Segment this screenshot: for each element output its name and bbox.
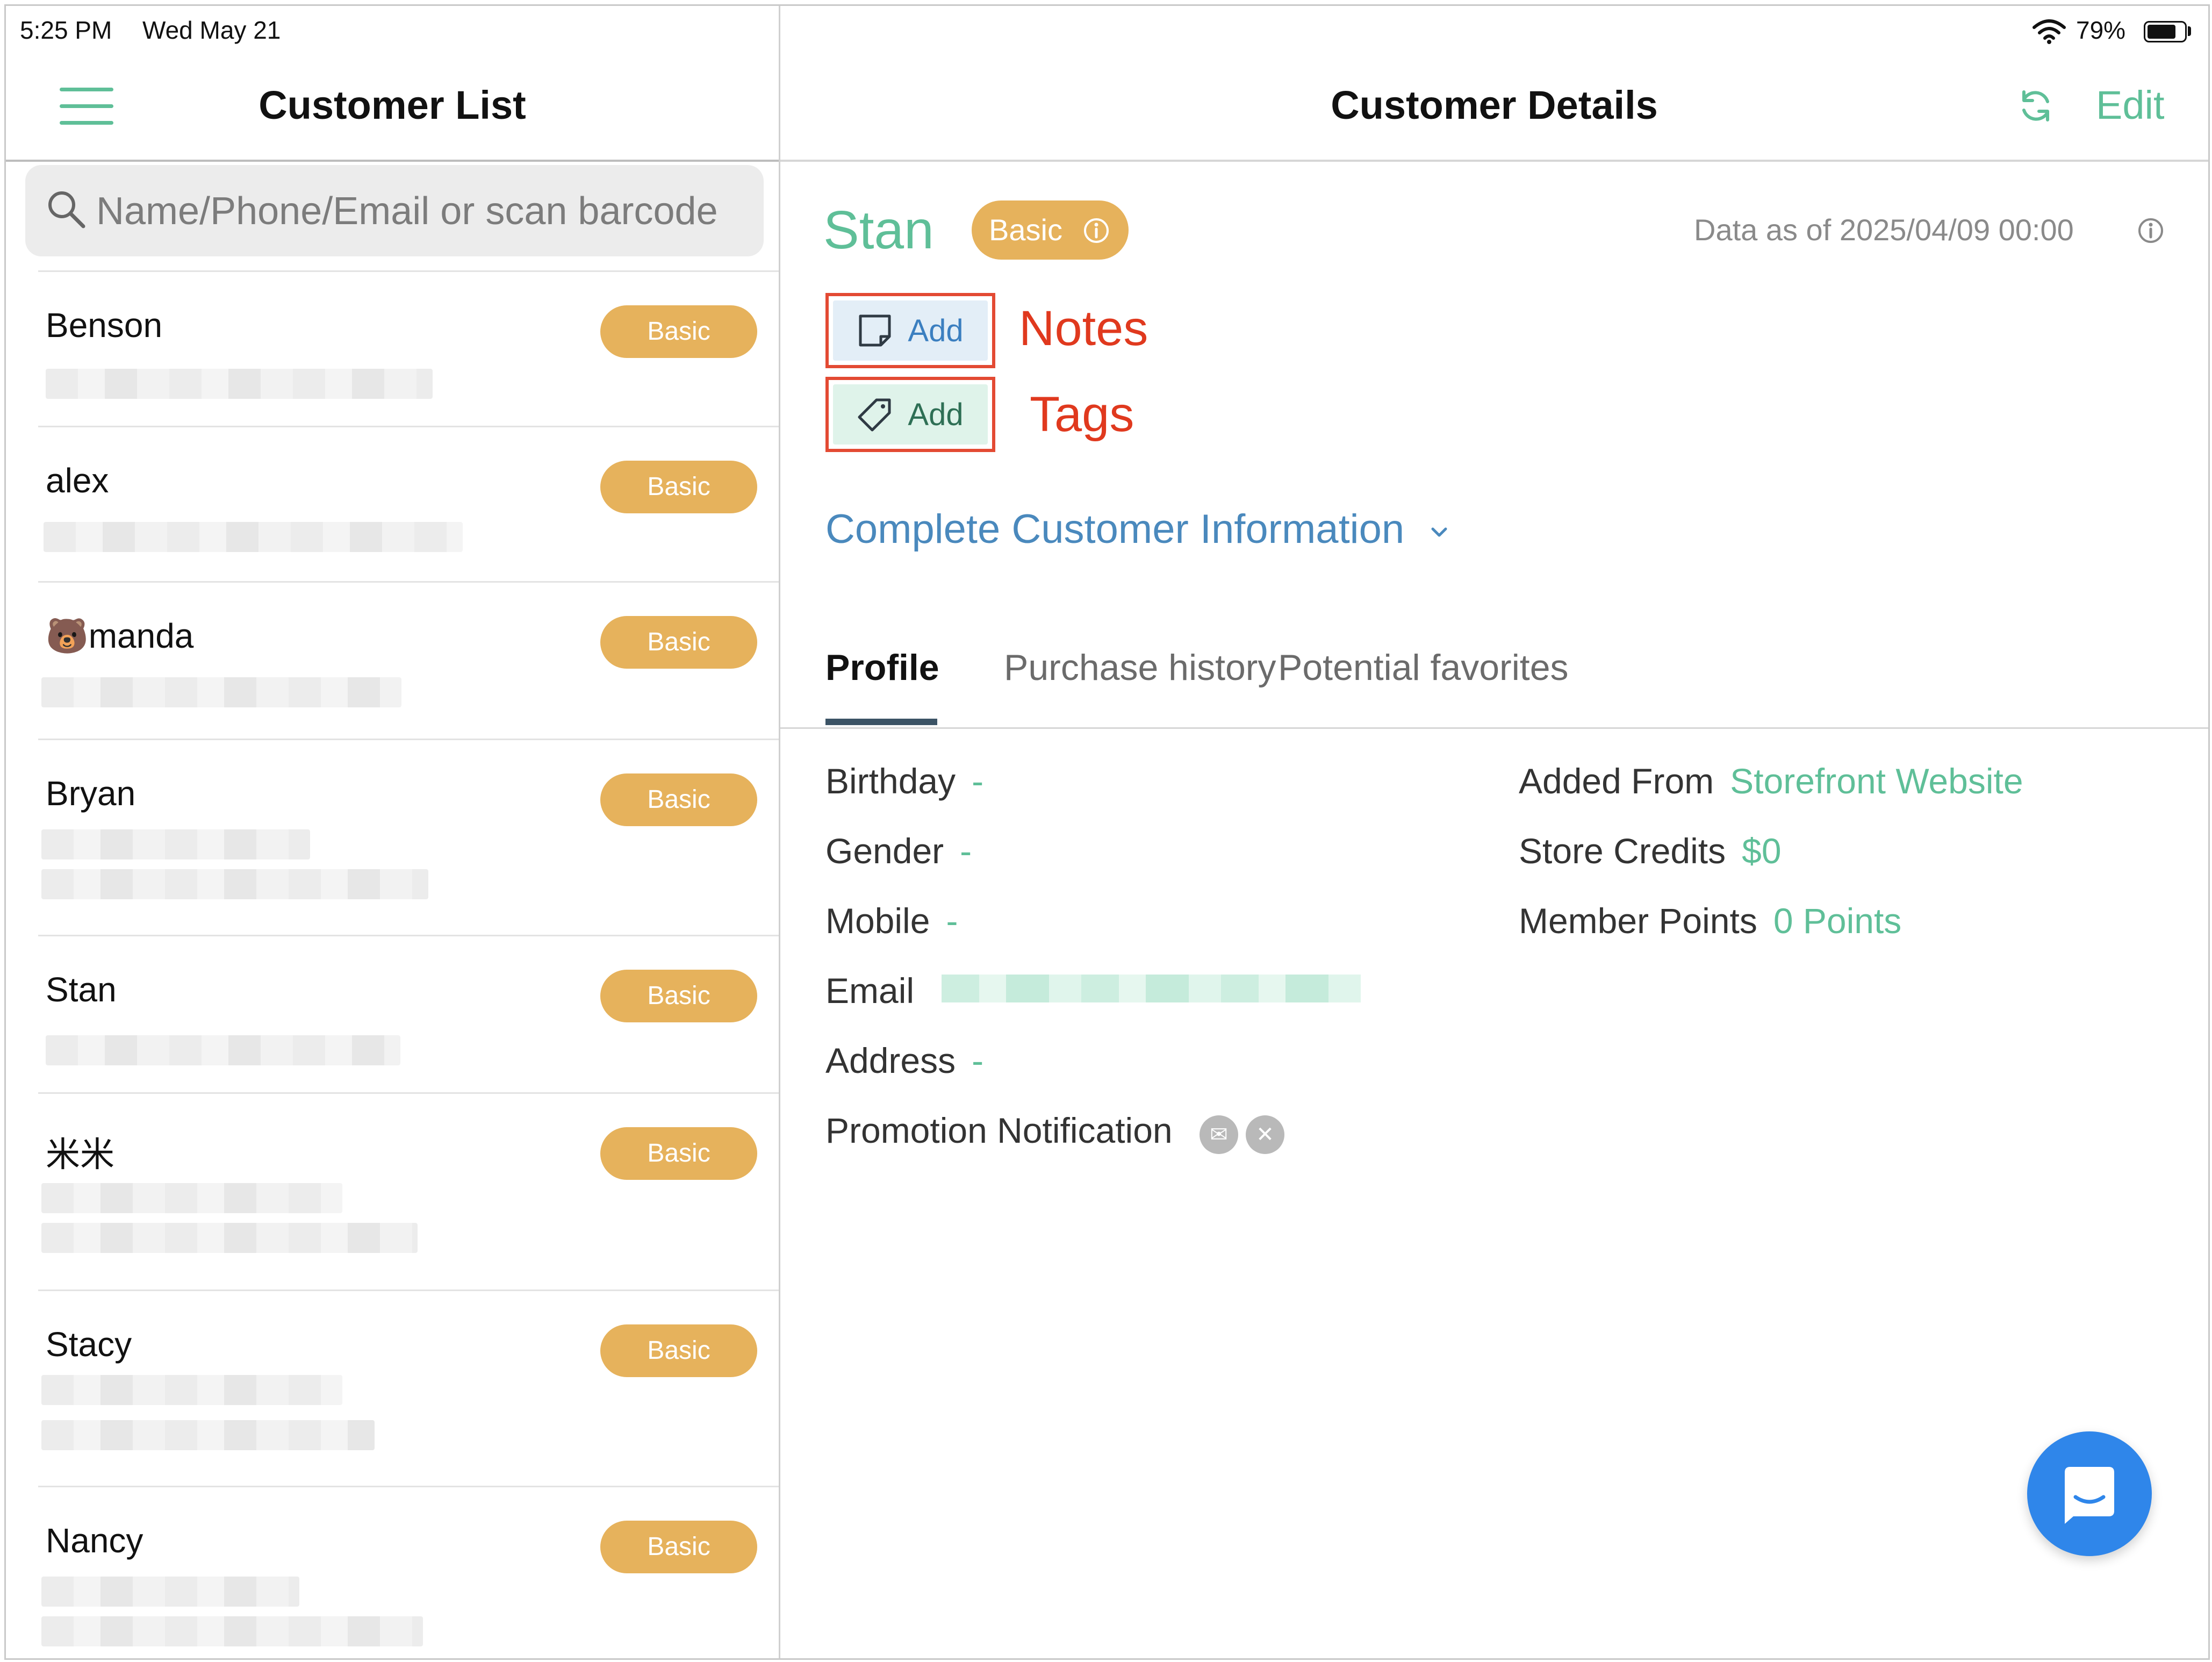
tab-purchase-history[interactable]: Purchase history xyxy=(1004,647,1276,689)
redacted-email xyxy=(942,975,1361,1002)
tab-potential-favorites[interactable]: Potential favorites xyxy=(1278,647,1569,689)
tier-badge: Basic xyxy=(600,305,757,358)
tier-badge: Basic xyxy=(600,616,757,669)
birthday-value: - xyxy=(972,761,984,801)
gender-field: Gender - xyxy=(825,830,972,871)
redacted-contact xyxy=(41,1616,423,1646)
tag-icon xyxy=(858,398,891,432)
customer-row[interactable]: Stacy Basic xyxy=(38,1290,779,1486)
redacted-contact xyxy=(44,522,463,552)
redacted-contact xyxy=(41,677,401,707)
chevron-down-icon xyxy=(1431,527,1447,537)
store-credits-label: Store Credits xyxy=(1519,831,1726,871)
customer-row[interactable]: alex Basic xyxy=(38,426,779,581)
email-off-icon: ✕ xyxy=(1246,1115,1284,1154)
gender-value: - xyxy=(960,831,972,871)
promotion-label: Promotion Notification xyxy=(825,1111,1173,1150)
app-window: 5:25 PM Wed May 21 79% Customer List Ben… xyxy=(4,4,2210,1660)
customer-list-pane: Customer List Benson Basic alex Basic 🐻m… xyxy=(6,6,780,1658)
add-tags-button[interactable]: Add xyxy=(825,377,995,452)
detail-tabs: Profile Purchase history Potential favor… xyxy=(780,629,2208,729)
add-tags-label: Add xyxy=(908,397,964,432)
redacted-contact xyxy=(41,1577,299,1607)
customer-name: Bryan xyxy=(46,774,136,813)
add-notes-label: Add xyxy=(908,313,964,348)
added-from-label: Added From xyxy=(1519,761,1714,801)
customer-name: Benson xyxy=(46,306,163,345)
birthday-field: Birthday - xyxy=(825,761,983,801)
customer-list: Benson Basic alex Basic 🐻manda Basic Bry… xyxy=(6,270,779,1658)
customer-name: Nancy xyxy=(46,1521,143,1560)
member-points-value: 0 Points xyxy=(1773,901,1902,941)
redacted-contact xyxy=(41,1420,375,1450)
tier-badge: Basic xyxy=(600,1127,757,1180)
search-bar[interactable] xyxy=(25,165,764,256)
info-icon xyxy=(1084,218,1109,243)
added-from-field: Added From Storefront Website xyxy=(1519,761,2023,801)
promotion-field: Promotion Notification xyxy=(825,1110,1173,1151)
chat-button[interactable] xyxy=(2027,1431,2152,1556)
customer-row[interactable]: Nancy Basic xyxy=(38,1486,779,1658)
search-icon xyxy=(48,191,85,228)
customer-name: Stacy xyxy=(46,1325,132,1364)
refresh-icon[interactable] xyxy=(2016,87,2055,125)
tier-badge: Basic xyxy=(600,773,757,826)
redacted-contact xyxy=(46,369,433,399)
search-input[interactable] xyxy=(95,181,753,241)
customer-name: Stan xyxy=(46,970,117,1009)
sms-off-icon: ✉ xyxy=(1200,1115,1238,1154)
tier-badge: Basic xyxy=(600,970,757,1022)
tier-badge: Basic xyxy=(600,461,757,513)
store-credits-field: Store Credits $0 xyxy=(1519,830,1782,871)
annotation-notes: Notes xyxy=(1019,301,1148,356)
chat-icon xyxy=(2065,1467,2114,1524)
redacted-contact xyxy=(41,829,310,859)
mobile-value: - xyxy=(946,901,958,941)
redacted-contact xyxy=(41,1223,418,1253)
info-icon[interactable] xyxy=(2137,217,2165,245)
customer-details-title: Customer Details xyxy=(1331,83,1658,127)
redacted-contact xyxy=(41,1375,342,1405)
redacted-contact xyxy=(46,1035,400,1065)
redacted-contact xyxy=(41,1183,342,1213)
annotation-tags: Tags xyxy=(1030,387,1134,442)
address-value: - xyxy=(972,1041,984,1080)
customer-details-pane: Customer Details Edit Stan Basic Data as… xyxy=(780,6,2208,1658)
customer-name: 🐻manda xyxy=(46,617,194,655)
member-points-field: Member Points 0 Points xyxy=(1519,900,1901,941)
mobile-field: Mobile - xyxy=(825,900,958,941)
member-points-label: Member Points xyxy=(1519,901,1757,941)
customer-row[interactable]: Bryan Basic xyxy=(38,739,779,935)
tier-badge[interactable]: Basic xyxy=(972,200,1129,260)
redacted-contact xyxy=(41,869,428,899)
customer-row[interactable]: 米米 Basic xyxy=(38,1092,779,1290)
added-from-value: Storefront Website xyxy=(1730,761,2023,801)
customer-row[interactable]: 🐻manda Basic xyxy=(38,581,779,739)
tier-badge: Basic xyxy=(600,1324,757,1377)
mobile-label: Mobile xyxy=(825,901,930,941)
tab-profile[interactable]: Profile xyxy=(825,647,939,689)
edit-button[interactable]: Edit xyxy=(2096,82,2165,128)
birthday-label: Birthday xyxy=(825,761,956,801)
email-label: Email xyxy=(825,971,915,1011)
customer-name: 米米 xyxy=(46,1135,114,1174)
customer-name-heading: Stan xyxy=(823,200,934,260)
active-tab-indicator xyxy=(825,719,937,725)
customer-list-title: Customer List xyxy=(258,83,526,127)
address-label: Address xyxy=(825,1041,956,1080)
note-icon xyxy=(859,314,891,347)
tier-badge: Basic xyxy=(600,1521,757,1573)
tier-label: Basic xyxy=(989,213,1062,247)
data-as-of: Data as of 2025/04/09 00:00 xyxy=(1694,213,2074,247)
gender-label: Gender xyxy=(825,831,944,871)
email-field: Email xyxy=(825,970,914,1011)
add-notes-button[interactable]: Add xyxy=(825,293,995,368)
customer-row[interactable]: Benson Basic xyxy=(38,270,779,426)
customer-row[interactable]: Stan Basic xyxy=(38,935,779,1092)
complete-info-toggle[interactable]: Complete Customer Information xyxy=(825,506,1450,553)
customer-name: alex xyxy=(46,461,109,500)
address-field: Address - xyxy=(825,1040,983,1081)
store-credits-value: $0 xyxy=(1742,831,1782,871)
complete-info-label: Complete Customer Information xyxy=(825,506,1405,552)
